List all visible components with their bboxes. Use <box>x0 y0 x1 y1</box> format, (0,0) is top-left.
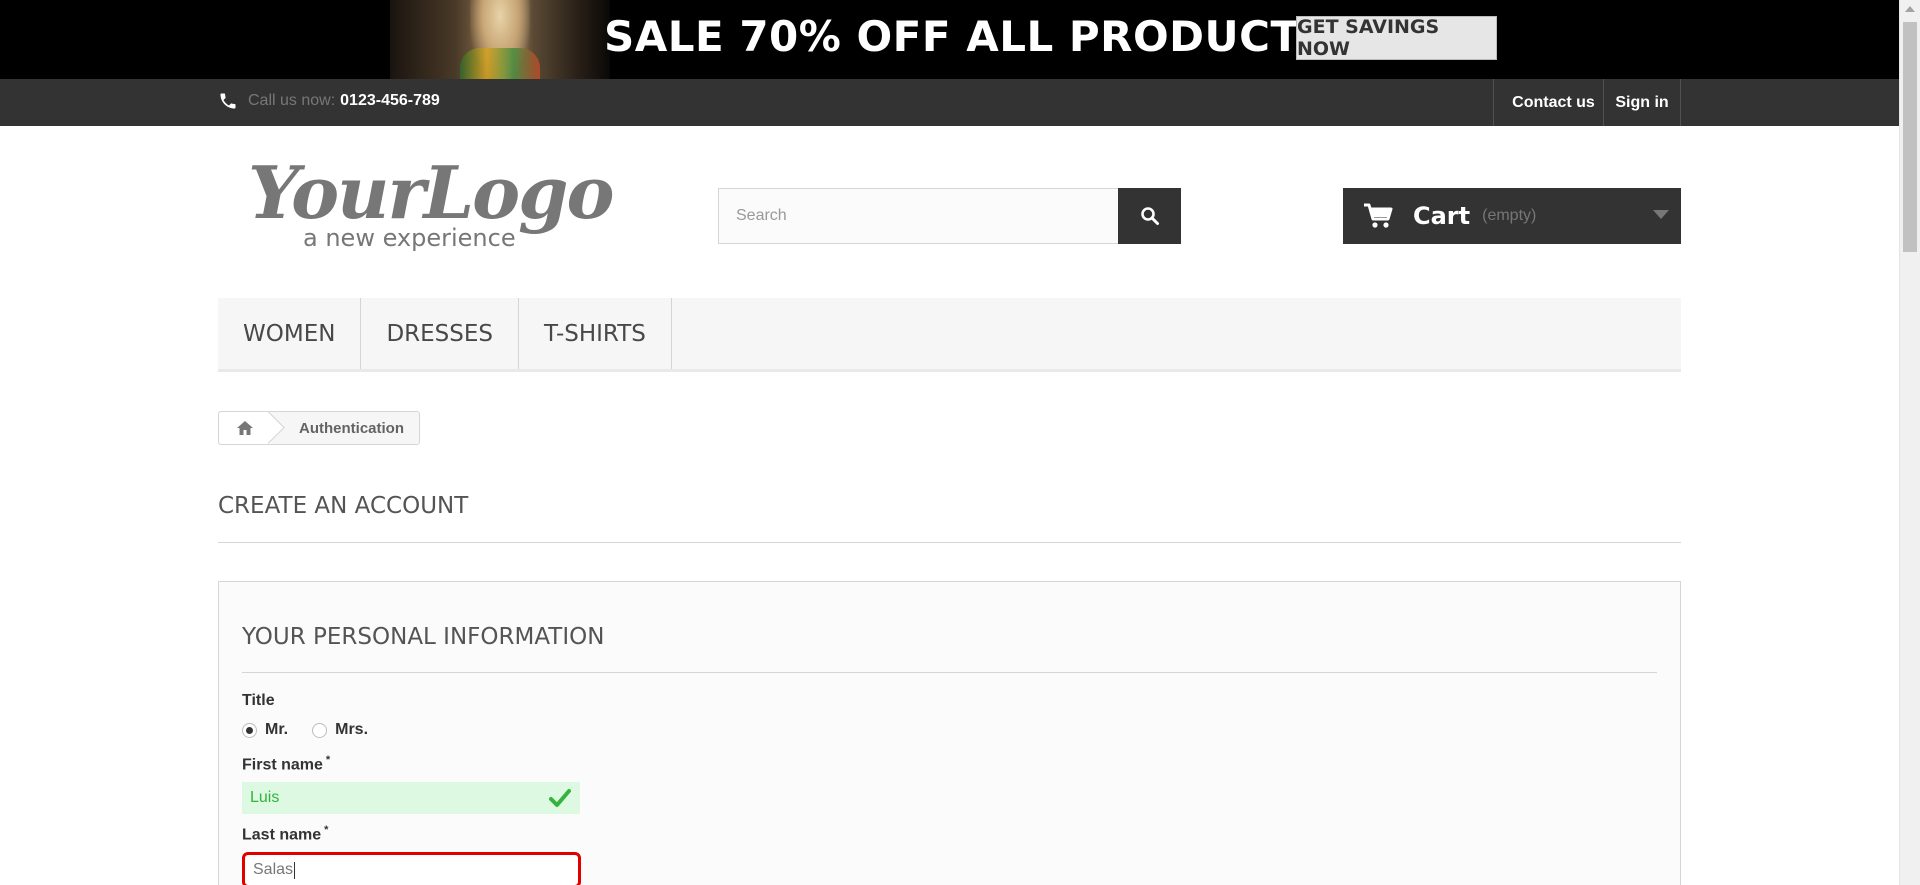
first-name-label-wrap: First name * <box>242 754 330 774</box>
menu-item-women[interactable]: WOMEN <box>218 298 362 369</box>
last-name-field[interactable]: Salas <box>242 852 581 885</box>
radio-mr-label[interactable]: Mr. <box>265 721 288 739</box>
first-name-field[interactable]: Luis <box>242 782 580 814</box>
promo-banner[interactable]: SALE 70% OFF ALL PRODUCTS GET SAVINGS NO… <box>0 0 1899 79</box>
required-mark: * <box>325 754 331 766</box>
last-name-label-wrap: Last name * <box>242 824 328 844</box>
first-name-value: Luis <box>250 789 280 806</box>
vertical-scrollbar[interactable] <box>1899 0 1920 885</box>
logo-wordmark: YourLogo <box>248 150 614 235</box>
sign-in-link[interactable]: Sign in <box>1603 79 1681 126</box>
phone-icon <box>220 93 236 109</box>
get-savings-button[interactable]: GET SAVINGS NOW <box>1296 16 1497 60</box>
cart-button[interactable]: Cart (empty) <box>1343 188 1681 244</box>
scrollbar-thumb[interactable] <box>1903 22 1917 252</box>
call-us: Call us now: 0123-456-789 <box>218 91 440 111</box>
cart-icon <box>1364 203 1393 228</box>
breadcrumb: Authentication <box>218 411 420 445</box>
scroll-up-arrow-icon[interactable] <box>1905 6 1915 12</box>
chevron-down-icon <box>1653 210 1669 219</box>
site-logo[interactable]: YourLogo a new experience <box>248 150 614 260</box>
first-name-label: First name <box>242 756 323 774</box>
page: SALE 70% OFF ALL PRODUCTS GET SAVINGS NO… <box>0 0 1920 885</box>
required-mark: * <box>324 824 329 836</box>
cart-status: (empty) <box>1482 207 1537 224</box>
search-button[interactable] <box>1118 188 1181 244</box>
divider <box>242 672 1657 673</box>
search-form <box>718 188 1182 244</box>
menu-item-dresses[interactable]: DRESSES <box>361 298 519 369</box>
radio-mrs[interactable] <box>312 722 328 738</box>
call-us-label: Call us now: <box>248 92 336 109</box>
home-icon <box>237 421 253 435</box>
search-icon <box>1140 207 1159 225</box>
main-menu: WOMEN DRESSES T-SHIRTS <box>218 298 1681 372</box>
text-caret <box>294 861 296 879</box>
phone-number: 0123-456-789 <box>340 92 440 109</box>
menu-item-tshirts[interactable]: T-SHIRTS <box>519 298 672 369</box>
title-label: Title <box>242 692 275 709</box>
banner-model-dress <box>460 48 540 79</box>
check-icon <box>549 789 571 807</box>
last-name-label: Last name <box>242 826 322 844</box>
search-input[interactable] <box>718 188 1118 244</box>
banner-model-image <box>390 0 610 79</box>
title-radio-group: Mr. Mrs. <box>242 721 392 739</box>
banner-headline: SALE 70% OFF ALL PRODUCTS <box>604 12 1331 61</box>
divider <box>218 542 1681 543</box>
radio-mr[interactable] <box>242 722 257 738</box>
section-title: YOUR PERSONAL INFORMATION <box>242 624 605 650</box>
logo-tagline: a new experience <box>303 224 516 252</box>
cart-label: Cart <box>1413 202 1471 230</box>
page-title: CREATE AN ACCOUNT <box>218 493 469 519</box>
breadcrumb-current: Authentication <box>299 419 404 437</box>
breadcrumb-home[interactable] <box>219 412 271 444</box>
radio-mrs-label[interactable]: Mrs. <box>335 721 368 739</box>
last-name-value: Salas <box>253 861 294 878</box>
contact-us-link[interactable]: Contact us <box>1493 79 1613 126</box>
